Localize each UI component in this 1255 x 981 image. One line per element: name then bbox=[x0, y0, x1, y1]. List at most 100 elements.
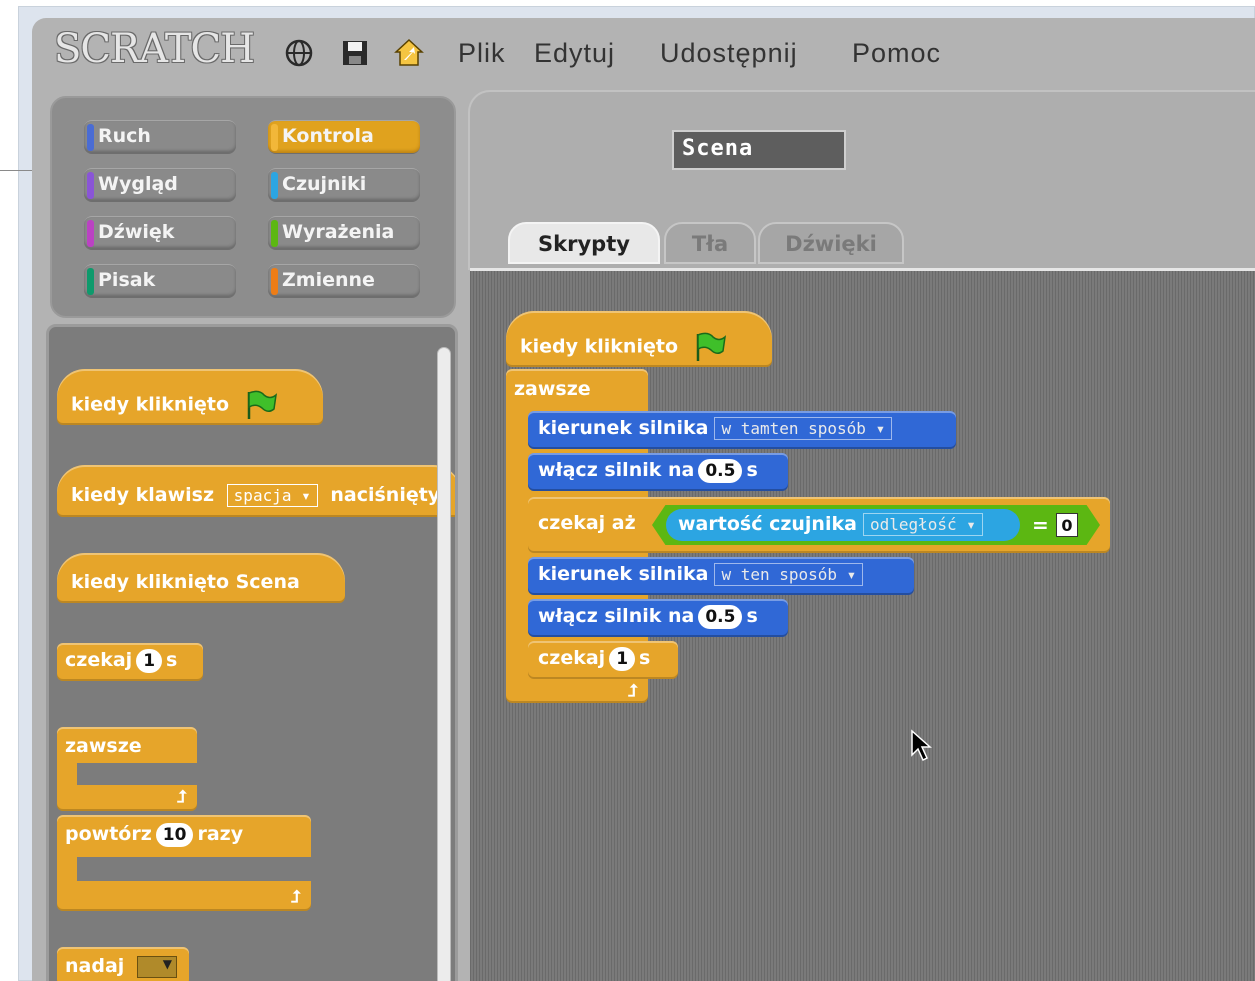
block-label: kiedy kliknięto Scena bbox=[71, 571, 300, 593]
block-label: powtórz bbox=[65, 823, 152, 845]
menu-edit[interactable]: Edytuj bbox=[534, 38, 615, 69]
block-label: s bbox=[746, 605, 758, 627]
category-color-bar bbox=[87, 220, 94, 247]
green-flag-icon bbox=[696, 332, 726, 361]
category-sound[interactable]: Dźwięk bbox=[84, 216, 236, 250]
menu-file[interactable]: Plik bbox=[458, 38, 506, 69]
category-color-bar bbox=[271, 172, 278, 199]
equals-label: = bbox=[1032, 513, 1049, 537]
number-input[interactable]: 0 bbox=[1056, 513, 1078, 537]
loop-arrow-icon: ⮥ bbox=[176, 787, 187, 807]
category-color-bar bbox=[271, 268, 278, 295]
tab-backgrounds[interactable]: Tła bbox=[664, 222, 756, 264]
palette-scrollbar[interactable] bbox=[437, 347, 451, 981]
block-wait[interactable]: czekaj 1 s bbox=[57, 643, 203, 681]
category-color-bar bbox=[87, 172, 94, 199]
category-label: Pisak bbox=[98, 269, 156, 291]
dropdown-value: w ten sposób bbox=[721, 565, 838, 584]
block-when-flag-clicked[interactable]: kiedy kliknięto bbox=[57, 369, 323, 425]
category-label: Wygląd bbox=[98, 173, 178, 195]
number-input[interactable]: 0.5 bbox=[698, 459, 743, 483]
block-label: czekaj bbox=[538, 647, 606, 669]
category-color-bar bbox=[271, 220, 278, 247]
block-when-stage-clicked[interactable]: kiedy kliknięto Scena bbox=[57, 553, 345, 603]
block-forever[interactable]: zawsze ⮥ bbox=[57, 727, 201, 811]
tab-scripts[interactable]: Skrypty bbox=[508, 222, 660, 264]
block-motor-on-for[interactable]: włącz silnik na 0.5 s bbox=[528, 453, 788, 491]
block-label: kierunek silnika bbox=[538, 563, 709, 585]
block-label: włącz silnik na bbox=[538, 459, 695, 481]
dropdown-value: w tamten sposób bbox=[721, 419, 866, 438]
menu-share[interactable]: Udostępnij bbox=[660, 38, 798, 69]
block-label: kierunek silnika bbox=[538, 417, 709, 439]
c-slot bbox=[77, 763, 201, 785]
tab-sounds[interactable]: Dźwięki bbox=[758, 222, 904, 264]
number-input[interactable]: 1 bbox=[609, 647, 636, 671]
block-label: s bbox=[746, 459, 758, 481]
category-motion[interactable]: Ruch bbox=[84, 120, 236, 154]
save-icon[interactable] bbox=[340, 38, 370, 68]
block-repeat[interactable]: powtórz 10 razy ⮥ bbox=[57, 815, 313, 911]
category-variables[interactable]: Zmienne bbox=[268, 264, 420, 298]
number-input[interactable]: 1 bbox=[136, 649, 163, 673]
block-label: kiedy kliknięto bbox=[520, 335, 678, 358]
block-when-flag-clicked[interactable]: kiedy kliknięto bbox=[506, 311, 772, 367]
dropdown-value: odległość bbox=[869, 515, 957, 534]
block-label: zawsze bbox=[65, 735, 142, 757]
category-color-bar bbox=[271, 124, 278, 151]
block-label: nadaj bbox=[65, 955, 125, 977]
green-flag-icon bbox=[247, 390, 277, 419]
category-label: Wyrażenia bbox=[282, 221, 395, 243]
block-palette: kiedy kliknięto kiedy klawisz spacja ▾ n… bbox=[46, 324, 458, 981]
block-label: kiedy kliknięto bbox=[71, 393, 229, 416]
scratch-app: SCRATCH Plik Edytuj Udostępnij Pomoc Ruc… bbox=[32, 18, 1255, 981]
category-label: Ruch bbox=[98, 125, 151, 147]
loop-arrow-icon: ⮥ bbox=[290, 887, 301, 907]
category-control[interactable]: Kontrola bbox=[268, 120, 420, 154]
category-looks[interactable]: Wygląd bbox=[84, 168, 236, 202]
menu-help[interactable]: Pomoc bbox=[852, 38, 941, 69]
script-area[interactable]: kiedy kliknięto zawsze ⮥ kierunek silnik… bbox=[470, 268, 1255, 981]
sensor-value-reporter[interactable]: wartość czujnika odległość ▾ bbox=[666, 509, 1020, 541]
block-label: wartość czujnika bbox=[678, 513, 857, 535]
sensor-dropdown[interactable]: odległość ▾ bbox=[862, 513, 983, 536]
block-label: razy bbox=[197, 823, 244, 845]
category-operators[interactable]: Wyrażenia bbox=[268, 216, 420, 250]
block-wait[interactable]: czekaj 1 s bbox=[528, 641, 678, 679]
category-pen[interactable]: Pisak bbox=[84, 264, 236, 298]
block-motor-on-for[interactable]: włącz silnik na 0.5 s bbox=[528, 599, 788, 637]
divider-line bbox=[0, 170, 34, 171]
c-slot bbox=[77, 857, 313, 881]
sprite-name-field[interactable]: Scena bbox=[672, 130, 846, 170]
block-wait-until[interactable]: czekaj aż wartość czujnika odległość ▾ = … bbox=[528, 497, 1110, 553]
direction-dropdown[interactable]: w ten sposób ▾ bbox=[714, 563, 864, 586]
number-input[interactable]: 0.5 bbox=[698, 605, 743, 629]
category-label: Czujniki bbox=[282, 173, 367, 195]
category-label: Kontrola bbox=[282, 125, 374, 147]
direction-dropdown[interactable]: w tamten sposób ▾ bbox=[714, 417, 893, 440]
block-broadcast[interactable]: nadaj ▼ bbox=[57, 947, 189, 981]
equals-operator[interactable]: wartość czujnika odległość ▾ = 0 bbox=[652, 505, 1100, 545]
message-dropdown[interactable]: ▼ bbox=[136, 955, 177, 978]
block-motor-direction[interactable]: kierunek silnika w ten sposób ▾ bbox=[528, 557, 914, 595]
scratch-logo: SCRATCH bbox=[54, 26, 255, 72]
block-when-key-pressed[interactable]: kiedy klawisz spacja ▾ naciśnięty bbox=[57, 465, 455, 517]
category-label: Dźwięk bbox=[98, 221, 175, 243]
category-label: Zmienne bbox=[282, 269, 375, 291]
block-label: włącz silnik na bbox=[538, 605, 695, 627]
block-label: czekaj bbox=[65, 649, 133, 671]
category-sensing[interactable]: Czujniki bbox=[268, 168, 420, 202]
globe-icon[interactable] bbox=[284, 38, 314, 68]
share-icon[interactable] bbox=[394, 38, 424, 68]
category-panel: Ruch Kontrola Wygląd Czujniki Dźwięk Wyr… bbox=[50, 96, 456, 318]
menu-bar: SCRATCH Plik Edytuj Udostępnij Pomoc bbox=[32, 18, 1255, 88]
block-label: naciśnięty bbox=[330, 484, 441, 506]
number-input[interactable]: 10 bbox=[155, 823, 194, 847]
block-motor-direction[interactable]: kierunek silnika w tamten sposób ▾ bbox=[528, 411, 956, 449]
category-color-bar bbox=[87, 268, 94, 295]
key-dropdown[interactable]: spacja ▾ bbox=[226, 484, 318, 507]
block-label: zawsze bbox=[514, 378, 591, 400]
mouse-cursor-icon bbox=[911, 729, 932, 762]
block-label: kiedy klawisz bbox=[71, 484, 215, 506]
loop-arrow-icon: ⮥ bbox=[627, 681, 638, 701]
